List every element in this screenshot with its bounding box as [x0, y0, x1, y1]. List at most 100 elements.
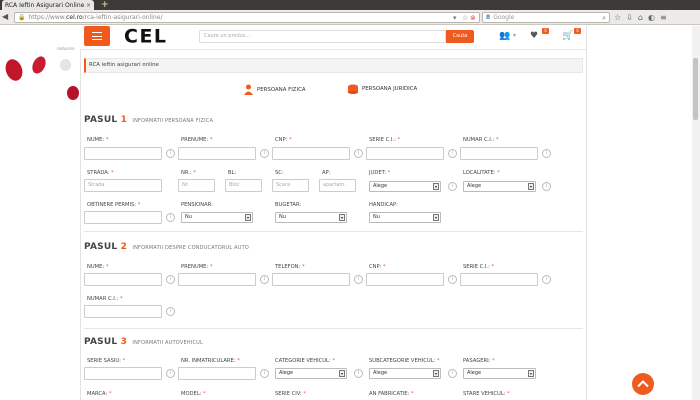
driver-numar-ci-input[interactable] — [84, 305, 162, 318]
bl-label: BL: — [228, 170, 237, 176]
info-icon[interactable]: i — [448, 182, 457, 191]
browser-search-input[interactable]: 8 Google ⌕ — [482, 12, 610, 23]
search-icon[interactable]: ⌕ — [602, 14, 606, 23]
account-dropdown-icon[interactable]: ▾ — [513, 30, 516, 42]
decoration-blob — [29, 54, 49, 76]
product-search-input[interactable]: Cauta un produs... — [199, 30, 446, 43]
content-left-border — [80, 26, 81, 400]
nr-input[interactable]: Nr. — [178, 179, 215, 192]
step-number: 3 — [120, 337, 128, 347]
subcategorie-vehicul-select[interactable]: Alege ▾ — [369, 368, 441, 379]
strada-label: STRADA: * — [87, 170, 114, 176]
info-icon[interactable]: i — [354, 149, 363, 158]
step2-title: PASUL 2 INFORMATII DESPRE CONDUCATORUL A… — [84, 242, 249, 252]
step3-title: PASUL 3 INFORMATII AUTOVEHICUL — [84, 337, 203, 347]
info-icon[interactable]: i — [166, 213, 175, 222]
account-icon[interactable]: 👥 — [499, 30, 510, 42]
hamburger-line — [92, 39, 102, 41]
strada-input[interactable]: Strada — [84, 179, 162, 192]
url-host: cel.ro — [66, 14, 83, 21]
driver-telefon-input[interactable] — [272, 273, 350, 286]
numar-ci-input[interactable] — [460, 147, 538, 160]
info-icon[interactable]: i — [166, 307, 175, 316]
info-icon[interactable]: i — [166, 369, 175, 378]
nr-inmatriculare-input[interactable] — [178, 367, 256, 380]
info-icon[interactable]: i — [260, 275, 269, 284]
handicap-select[interactable]: Nu ▾ — [369, 212, 441, 223]
chevron-down-icon: ▾ — [339, 214, 345, 221]
apartament-input[interactable]: apartam. — [319, 179, 356, 192]
bugetar-value: Nu — [279, 214, 286, 220]
bloc-input[interactable]: Bloc — [225, 179, 262, 192]
info-icon[interactable]: i — [354, 369, 363, 378]
handicap-label: HANDICAP: — [369, 202, 398, 208]
addon-icon[interactable]: ◐ — [648, 12, 655, 23]
serie-sasiu-input[interactable] — [84, 367, 162, 380]
content-right-border — [586, 26, 587, 400]
logo-text: CEL — [124, 27, 168, 45]
chevron-down-icon: ▾ — [433, 370, 439, 377]
person-type-fizica[interactable]: PERSOANA FIZICA — [244, 84, 306, 95]
driver-prenume-input[interactable] — [178, 273, 256, 286]
info-icon[interactable]: i — [542, 149, 551, 158]
info-icon[interactable]: i — [166, 149, 175, 158]
bookmark-star-icon[interactable]: ☆ — [462, 14, 468, 22]
person-type-juridica[interactable]: PERSOANA JURIDICA — [348, 84, 417, 94]
scrollbar-thumb[interactable] — [693, 58, 698, 120]
back-icon[interactable]: ◀ — [2, 12, 12, 22]
info-icon[interactable]: i — [542, 182, 551, 191]
info-icon[interactable]: i — [448, 275, 457, 284]
obtinere-permis-input[interactable] — [84, 211, 162, 224]
info-icon[interactable]: i — [448, 369, 457, 378]
categorie-vehicul-label: CATEGORIE VEHICUL: * — [275, 358, 335, 364]
pasageri-select[interactable]: Alege ▾ — [463, 368, 536, 379]
new-tab-icon[interactable]: + — [101, 1, 109, 10]
driver-cnp-input[interactable] — [366, 273, 444, 286]
home-icon[interactable]: ⌂ — [638, 12, 643, 23]
url-bar[interactable]: 🔒 https://www. cel.ro/rca-ieftin-asigurar… — [14, 12, 480, 23]
driver-serie-ci-input[interactable] — [460, 273, 538, 286]
pensionar-select[interactable]: Nu ▾ — [181, 212, 253, 223]
cel-logo[interactable]: CEL — [124, 27, 180, 45]
info-icon[interactable]: i — [260, 149, 269, 158]
judet-select[interactable]: Alege ▾ — [369, 181, 441, 192]
wishlist-heart-icon[interactable]: ♥ — [530, 30, 538, 42]
search-placeholder: Google — [493, 14, 515, 21]
download-icon[interactable]: ⇩ — [626, 12, 633, 23]
search-button[interactable]: Cauta — [446, 30, 474, 43]
cart-icon[interactable]: 🛒 — [562, 30, 573, 42]
cnp-label: CNP: * — [275, 137, 292, 143]
window-titlebar: RCA Ieftin Asigurari Online × + — [0, 0, 700, 10]
back-to-top-button[interactable] — [632, 373, 654, 395]
serie-sasiu-label: SERIE SASIU: * — [87, 358, 126, 364]
dropdown-arrow-icon[interactable]: ▾ — [453, 14, 457, 22]
section-divider — [84, 231, 583, 232]
info-icon[interactable]: i — [166, 275, 175, 284]
bugetar-select[interactable]: Nu ▾ — [275, 212, 347, 223]
prenume-input[interactable] — [178, 147, 256, 160]
company-icon — [348, 84, 358, 94]
info-icon[interactable]: i — [542, 275, 551, 284]
menu-button[interactable] — [84, 26, 110, 46]
driver-serie-ci-label: SERIE C.I.: * — [463, 264, 495, 270]
info-icon[interactable]: i — [260, 369, 269, 378]
browser-tab[interactable]: RCA Ieftin Asigurari Online × — [2, 0, 94, 10]
nume-input[interactable] — [84, 147, 162, 160]
menu-icon[interactable]: ≡ — [660, 12, 667, 23]
step-number: 2 — [120, 242, 128, 252]
an-fabricatie-label: AN FABRICATIE: * — [369, 391, 414, 397]
tab-close-icon[interactable]: × — [86, 2, 91, 9]
info-icon[interactable]: i — [448, 149, 457, 158]
categorie-vehicul-select[interactable]: Alege ▾ — [275, 368, 347, 379]
promo-tag: reducere — [57, 46, 75, 51]
driver-nume-input[interactable] — [84, 273, 162, 286]
page-viewport: reducere CEL Cauta un produs... Cauta 👥 … — [0, 26, 700, 400]
info-icon[interactable]: i — [354, 275, 363, 284]
person-type-label: PERSOANA FIZICA — [257, 86, 306, 93]
bookmarks-icon[interactable]: ☆ — [614, 12, 621, 23]
stop-icon[interactable]: ⊗ — [470, 14, 476, 22]
cnp-input[interactable] — [272, 147, 350, 160]
serie-ci-input[interactable] — [366, 147, 444, 160]
localitate-select[interactable]: Alege ▾ — [463, 181, 536, 192]
scara-input[interactable]: Scara — [272, 179, 309, 192]
